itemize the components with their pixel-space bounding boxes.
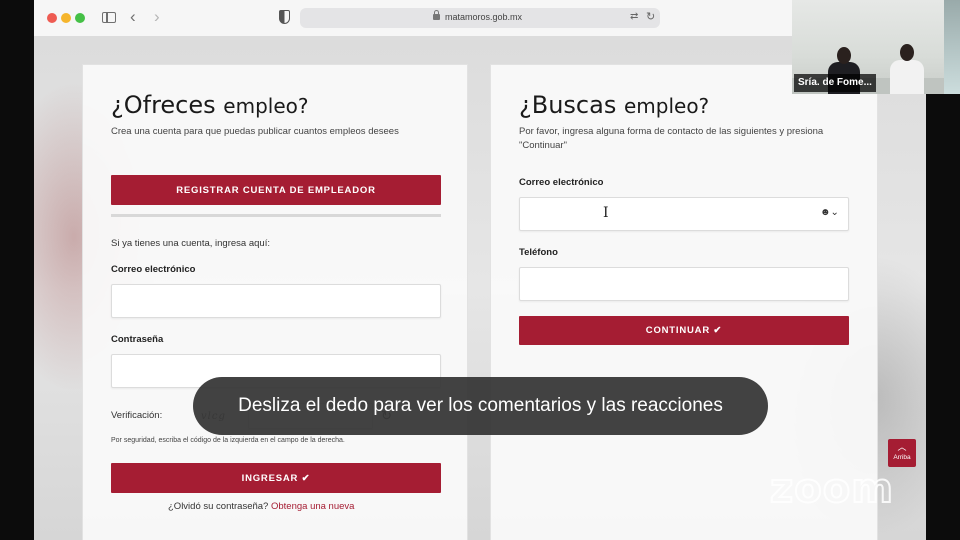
sidebar-toggle-icon[interactable] (102, 12, 116, 23)
seeker-email-label: Correo electrónico (519, 177, 604, 188)
seeker-title: ¿Buscas empleo? (519, 91, 709, 119)
url-text: matamoros.gob.mx (445, 12, 523, 22)
next-participant-thumbnail[interactable] (944, 0, 960, 94)
continue-button[interactable]: CONTINUAR ✔ (519, 316, 849, 345)
close-window-icon[interactable] (47, 13, 57, 23)
phone-input[interactable] (519, 267, 849, 301)
login-button[interactable]: INGRESAR ✔ (111, 463, 441, 493)
employer-subtitle: Crea una cuenta para que puedas publicar… (111, 126, 399, 137)
employer-title-main: ¿Ofreces (111, 91, 216, 119)
divider (111, 214, 441, 217)
zoom-meeting-screen: ‹ › matamoros.gob.mx ⇄ ↻ ¿Ofreces empleo… (0, 0, 960, 540)
lock-icon (433, 10, 440, 20)
web-page: ¿Ofreces empleo? Crea una cuenta para qu… (34, 37, 926, 540)
forgot-password-text: ¿Olvidó su contraseña? (168, 501, 269, 512)
employer-title-secondary: empleo? (223, 94, 309, 118)
swipe-hint-toast: Desliza el dedo para ver los comentarios… (193, 377, 768, 435)
employer-email-input[interactable] (111, 284, 441, 318)
participant-video-tile[interactable]: Sría. de Fome... (792, 0, 944, 94)
participant-name-label: Sría. de Fome... (794, 74, 876, 92)
forgot-password: ¿Olvidó su contraseña? Obtenga una nueva (168, 501, 354, 512)
login-prompt: Si ya tienes una cuenta, ingresa aquí: (111, 238, 270, 249)
scroll-to-top-label: Arriba (893, 454, 911, 461)
password-label: Contraseña (111, 334, 164, 345)
participant-head (837, 47, 851, 64)
seeker-title-main: ¿Buscas (519, 91, 617, 119)
forward-arrow-icon[interactable]: › (154, 8, 160, 26)
participant-head (900, 44, 914, 61)
translate-icon[interactable]: ⇄ (630, 11, 638, 22)
zoom-logo-watermark: zoom (769, 465, 894, 513)
back-arrow-icon[interactable]: ‹ (130, 8, 136, 26)
employer-email-label: Correo electrónico (111, 264, 196, 275)
scroll-to-top-button[interactable]: ︿ Arriba (888, 439, 916, 467)
verification-label: Verificación: (111, 410, 163, 421)
maximize-window-icon[interactable] (75, 13, 85, 23)
text-cursor-icon: I (603, 205, 609, 221)
seeker-email-input[interactable]: I ☻⌄ (519, 197, 849, 231)
chevron-up-icon: ︿ (897, 442, 907, 452)
employer-title: ¿Ofreces empleo? (111, 91, 309, 119)
reload-icon[interactable]: ↻ (646, 10, 655, 23)
minimize-window-icon[interactable] (61, 13, 71, 23)
register-employer-button[interactable]: REGISTRAR CUENTA DE EMPLEADOR (111, 175, 441, 205)
phone-label: Teléfono (519, 247, 558, 258)
reset-password-link[interactable]: Obtenga una nueva (271, 501, 354, 512)
seeker-subtitle: Por favor, ingresa alguna forma de conta… (519, 126, 824, 151)
address-bar[interactable]: matamoros.gob.mx ⇄ ↻ (300, 8, 660, 28)
autofill-user-icon[interactable]: ☻⌄ (820, 207, 839, 218)
participant-figure (890, 60, 924, 94)
employer-card: ¿Ofreces empleo? Crea una cuenta para qu… (82, 64, 468, 540)
privacy-shield-icon[interactable] (279, 10, 290, 24)
security-note: Por seguridad, escriba el código de la i… (111, 437, 345, 444)
seeker-title-secondary: empleo? (623, 94, 710, 118)
